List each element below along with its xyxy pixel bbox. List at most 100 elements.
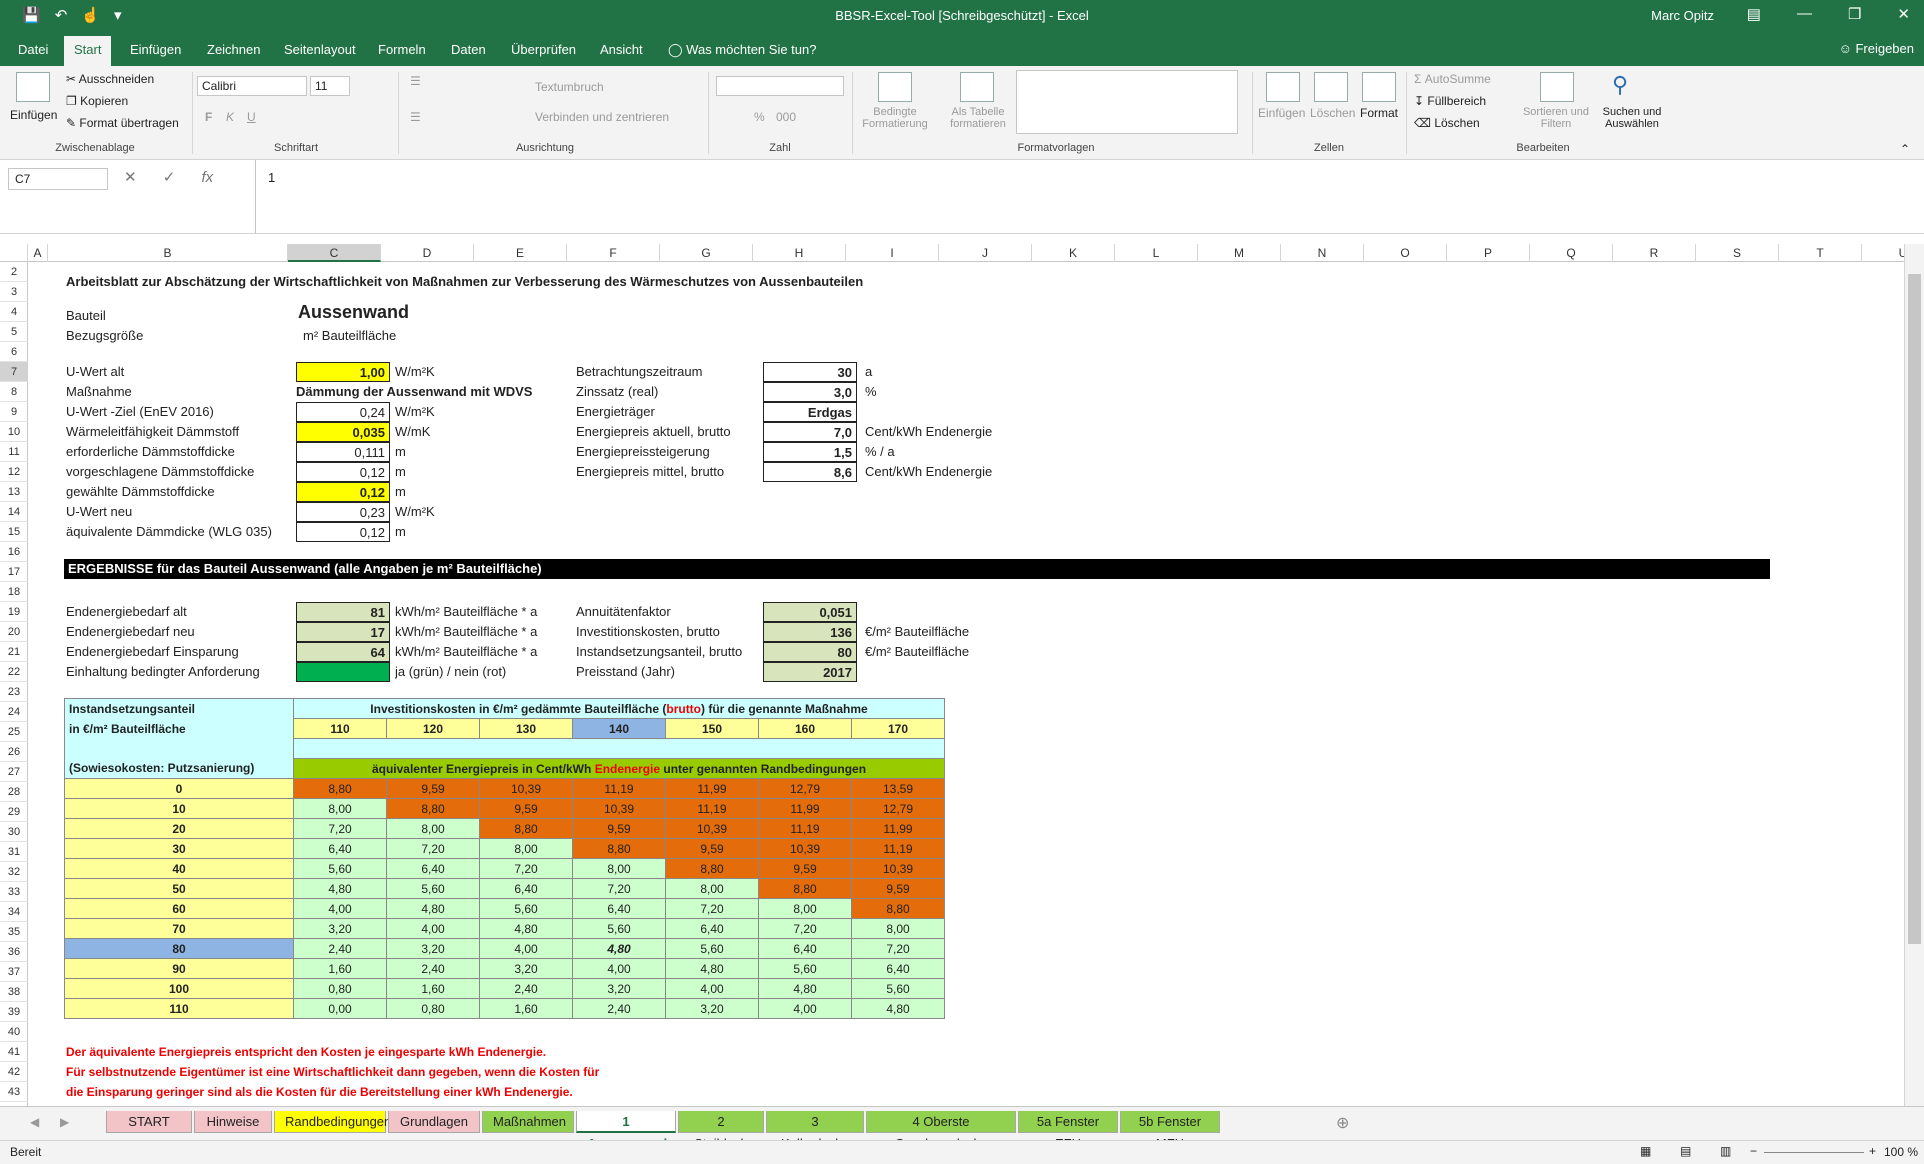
matrix-cell[interactable]: 0,80 <box>386 998 480 1019</box>
matrix-cell[interactable]: 6,40 <box>665 918 759 939</box>
matrix-cell[interactable]: 0,00 <box>293 998 387 1019</box>
matrix-cell[interactable]: 7,20 <box>479 858 573 879</box>
wrap-text-button[interactable]: Textumbruch <box>535 80 604 94</box>
matrix-cell[interactable]: 3,20 <box>293 918 387 939</box>
tab-zeichnen[interactable]: Zeichnen <box>207 42 260 57</box>
matrix-cell[interactable]: 12,79 <box>758 778 852 799</box>
matrix-cell[interactable]: 8,00 <box>386 818 480 839</box>
conditional-format-icon[interactable] <box>878 72 912 102</box>
matrix-cell[interactable]: 8,80 <box>572 838 666 859</box>
page-break-icon[interactable]: ▥ <box>1720 1144 1731 1158</box>
sheet-tab[interactable]: 3 Kellerdecke <box>766 1111 864 1151</box>
matrix-cell[interactable]: 6,40 <box>758 938 852 959</box>
conditional-format-button[interactable]: Bedingte Formatierung <box>857 106 933 130</box>
sheet-tab[interactable]: 5a Fenster EFH <box>1018 1111 1118 1151</box>
matrix-cell[interactable]: 8,00 <box>758 898 852 919</box>
row-header-42[interactable]: 42 <box>0 1062 28 1082</box>
close-icon[interactable]: ✕ <box>1897 5 1910 23</box>
matrix-cell[interactable]: 3,20 <box>665 998 759 1019</box>
matrix-cell[interactable]: 9,59 <box>386 778 480 799</box>
minimize-icon[interactable]: — <box>1797 5 1812 23</box>
row-header-39[interactable]: 39 <box>0 1002 28 1022</box>
row-header-11[interactable]: 11 <box>0 442 28 462</box>
row-header-13[interactable]: 13 <box>0 482 28 502</box>
matrix-cell[interactable]: 4,00 <box>293 898 387 919</box>
row-header-3[interactable]: 3 <box>0 282 28 302</box>
format-cells-button[interactable]: Format <box>1360 106 1398 120</box>
row-header-34[interactable]: 34 <box>0 902 28 922</box>
column-header-k[interactable]: K <box>1032 244 1115 262</box>
matrix-cell[interactable]: 5,60 <box>665 938 759 959</box>
matrix-cell[interactable]: 3,20 <box>479 958 573 979</box>
page-layout-icon[interactable]: ▤ <box>1680 1144 1691 1158</box>
matrix-cell[interactable]: 7,20 <box>665 898 759 919</box>
paste-icon[interactable] <box>16 72 50 102</box>
row-header-8[interactable]: 8 <box>0 382 28 402</box>
column-header-o[interactable]: O <box>1364 244 1447 262</box>
matrix-cell[interactable]: 8,00 <box>479 838 573 859</box>
matrix-cell[interactable]: 7,20 <box>851 938 945 959</box>
zoom-slider[interactable] <box>1764 1152 1864 1153</box>
matrix-cell[interactable]: 1,60 <box>293 958 387 979</box>
matrix-cell[interactable]: 4,00 <box>758 998 852 1019</box>
ribbon-display-icon[interactable]: ▤ <box>1747 5 1761 23</box>
align-top-icon[interactable]: ☰ <box>410 74 421 88</box>
matrix-cell[interactable]: 6,40 <box>293 838 387 859</box>
formula-input[interactable]: 1 <box>255 160 1920 234</box>
row-header-18[interactable]: 18 <box>0 582 28 602</box>
row-header-9[interactable]: 9 <box>0 402 28 422</box>
number-format-select[interactable] <box>716 76 844 96</box>
matrix-cell[interactable]: 8,80 <box>479 818 573 839</box>
format-cells-icon[interactable] <box>1362 72 1396 102</box>
matrix-cell[interactable]: 8,00 <box>293 798 387 819</box>
row-header-10[interactable]: 10 <box>0 422 28 442</box>
percent-button[interactable]: % <box>754 110 765 124</box>
merge-center-button[interactable]: Verbinden und zentrieren <box>535 110 669 124</box>
autosum-button[interactable]: Σ AutoSumme <box>1414 72 1491 86</box>
row-header-12[interactable]: 12 <box>0 462 28 482</box>
matrix-cell[interactable]: 5,60 <box>572 918 666 939</box>
matrix-cell[interactable]: 2,40 <box>572 998 666 1019</box>
column-header-e[interactable]: E <box>474 244 567 262</box>
confirm-icon[interactable]: ✓ <box>163 169 176 186</box>
matrix-cell[interactable]: 2,40 <box>293 938 387 959</box>
matrix-cell[interactable]: 11,19 <box>758 818 852 839</box>
column-header-t[interactable]: T <box>1779 244 1862 262</box>
matrix-cell[interactable]: 4,80 <box>572 938 666 959</box>
sheet-tab[interactable]: Maßnahmen <box>482 1111 574 1133</box>
row-header-5[interactable]: 5 <box>0 322 28 342</box>
matrix-cell[interactable]: 5,60 <box>386 878 480 899</box>
matrix-cell[interactable]: 9,59 <box>758 858 852 879</box>
column-header-q[interactable]: Q <box>1530 244 1613 262</box>
matrix-cell[interactable]: 1,60 <box>386 978 480 999</box>
row-header-21[interactable]: 21 <box>0 642 28 662</box>
tab-formeln[interactable]: Formeln <box>378 42 426 57</box>
insert-function-icon[interactable]: fx <box>202 169 214 186</box>
matrix-cell[interactable]: 7,20 <box>293 818 387 839</box>
tab-einfuegen[interactable]: Einfügen <box>130 42 181 57</box>
thousands-button[interactable]: 000 <box>776 110 796 124</box>
matrix-cell[interactable]: 4,80 <box>758 978 852 999</box>
select-all-corner[interactable] <box>0 244 28 262</box>
row-header-31[interactable]: 31 <box>0 842 28 862</box>
row-header-4[interactable]: 4 <box>0 302 28 322</box>
column-header-b[interactable]: B <box>48 244 288 262</box>
user-name[interactable]: Marc Opitz <box>1651 8 1714 23</box>
new-sheet-icon[interactable]: ⊕ <box>1336 1113 1349 1133</box>
matrix-cell[interactable]: 8,80 <box>386 798 480 819</box>
row-header-7[interactable]: 7 <box>0 362 28 382</box>
matrix-cell[interactable]: 11,99 <box>665 778 759 799</box>
column-header-r[interactable]: R <box>1613 244 1696 262</box>
matrix-cell[interactable]: 4,80 <box>293 878 387 899</box>
row-header-14[interactable]: 14 <box>0 502 28 522</box>
font-name-select[interactable]: Calibri <box>197 76 307 96</box>
row-header-20[interactable]: 20 <box>0 622 28 642</box>
matrix-cell[interactable]: 4,00 <box>572 958 666 979</box>
matrix-cell[interactable]: 6,40 <box>479 878 573 899</box>
tab-ueberpruefen[interactable]: Überprüfen <box>511 42 576 57</box>
collapse-ribbon-icon[interactable]: ⌃ <box>1900 142 1910 156</box>
input-value[interactable]: 1,00 <box>296 362 390 382</box>
column-header-j[interactable]: J <box>939 244 1032 262</box>
matrix-cell[interactable]: 6,40 <box>572 898 666 919</box>
matrix-cell[interactable]: 11,19 <box>665 798 759 819</box>
